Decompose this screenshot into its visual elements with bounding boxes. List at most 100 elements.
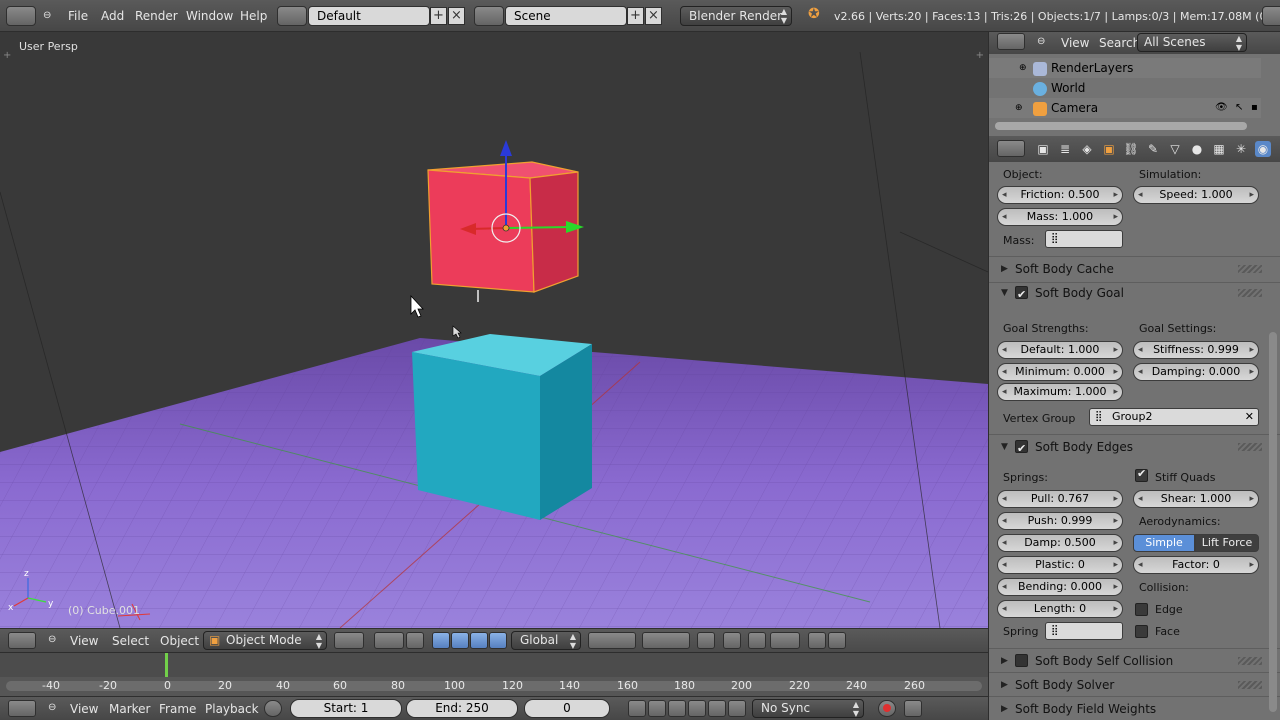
current-frame-field[interactable]: 0 — [524, 699, 610, 718]
material-icon[interactable]: ● — [1189, 141, 1205, 157]
outliner-row-renderlayers[interactable]: ⊕ RenderLayers — [989, 58, 1261, 78]
jump-start-icon[interactable] — [628, 700, 646, 717]
modifier-wrench-icon[interactable]: ✎ — [1145, 141, 1161, 157]
add-layout-icon[interactable]: + — [430, 7, 447, 25]
play-reverse-icon[interactable] — [668, 700, 686, 717]
scale-icon[interactable] — [470, 632, 488, 649]
edges-enable-checkbox[interactable] — [1015, 438, 1028, 460]
rotate-icon[interactable] — [451, 632, 469, 649]
soft-body-solver-header[interactable]: ▶ Soft Body Solver — [995, 674, 1267, 696]
scene-tab-icon[interactable]: ◈ — [1079, 141, 1095, 157]
collision-edge-checkbox[interactable] — [1135, 603, 1148, 616]
start-frame-field[interactable]: Start: 1 — [290, 699, 402, 718]
constraints-icon[interactable]: ⛓ — [1123, 141, 1139, 157]
aero-simple-button[interactable]: Simple — [1133, 534, 1195, 552]
soft-body-goal-header[interactable]: ▼ Soft Body Goal — [995, 282, 1267, 306]
render-engine-select[interactable]: Blender Render ▲ ▼ — [680, 6, 792, 26]
screen-layout-field[interactable]: Default — [308, 6, 430, 26]
damp-field[interactable]: Damp: 0.500 — [997, 534, 1123, 552]
render-icon[interactable] — [808, 632, 826, 649]
menu-window[interactable]: Window — [186, 8, 233, 24]
editor-type-icon[interactable] — [8, 700, 36, 717]
snap-element-icon[interactable] — [770, 632, 800, 649]
transform-icon[interactable] — [489, 632, 507, 649]
z-arrow-icon[interactable] — [500, 140, 512, 156]
collapse-icon[interactable]: ⊖ — [1037, 36, 1045, 47]
layers-grid-icon[interactable] — [588, 632, 636, 649]
render-camera-icon[interactable]: ▪ — [1251, 98, 1258, 118]
menu-frame[interactable]: Frame — [159, 702, 196, 716]
pull-field[interactable]: Pull: 0.767 — [997, 490, 1123, 508]
shading-icon[interactable] — [334, 632, 364, 649]
outliner-row-world[interactable]: World — [989, 78, 1261, 98]
plastic-field[interactable]: Plastic: 0 — [997, 556, 1123, 574]
texture-icon[interactable]: ▦ — [1211, 141, 1227, 157]
menu-object[interactable]: Object — [160, 634, 199, 648]
keying-icon[interactable] — [904, 700, 922, 717]
friction-field[interactable]: Friction: 0.500 — [997, 186, 1123, 204]
corner-plus-icon[interactable]: + — [3, 50, 11, 61]
add-scene-icon[interactable]: + — [627, 7, 644, 25]
editor-type-icon[interactable] — [1262, 6, 1280, 26]
render-layers-icon[interactable]: ≣ — [1057, 141, 1073, 157]
expand-icon[interactable]: ⊕ — [1015, 98, 1023, 118]
collapse-icon[interactable]: ⊖ — [48, 702, 56, 713]
aero-lift-force-button[interactable]: Lift Force — [1195, 534, 1259, 552]
stiff-quads-checkbox[interactable] — [1135, 467, 1148, 482]
soft-body-field-weights-header[interactable]: ▶ Soft Body Field Weights — [995, 698, 1267, 720]
spring-vertex-group-field[interactable]: ⣿ — [1045, 622, 1123, 640]
physics-icon[interactable]: ◉ — [1255, 141, 1271, 157]
bending-field[interactable]: Bending: 0.000 — [997, 578, 1123, 596]
translate-icon[interactable] — [432, 632, 450, 649]
collision-face-checkbox[interactable] — [1135, 625, 1148, 638]
editor-type-icon[interactable] — [997, 140, 1025, 157]
info-editor-icon[interactable] — [6, 6, 36, 26]
goal-default-field[interactable]: Default: 1.000 — [997, 341, 1123, 359]
menu-view[interactable]: View — [70, 634, 98, 648]
display-mode-select[interactable]: All Scenes ▲ ▼ — [1137, 33, 1247, 52]
soft-body-self-collision-header[interactable]: ▶ Soft Body Self Collision — [995, 650, 1267, 672]
goal-damping-field[interactable]: Damping: 0.000 — [1133, 363, 1259, 381]
editor-type-icon[interactable] — [997, 33, 1025, 50]
manipulator-toggle-icon[interactable] — [406, 632, 424, 649]
jump-keyframe-forward-icon[interactable] — [708, 700, 726, 717]
menu-marker[interactable]: Marker — [109, 702, 150, 716]
speed-field[interactable]: Speed: 1.000 — [1133, 186, 1259, 204]
mass-field[interactable]: Mass: 1.000 — [997, 208, 1123, 226]
soft-body-cache-header[interactable]: ▶ Soft Body Cache — [995, 258, 1267, 280]
menu-select[interactable]: Select — [112, 634, 149, 648]
mode-select[interactable]: ▣ Object Mode ▲ ▼ — [203, 631, 327, 650]
record-icon[interactable] — [878, 700, 896, 717]
goal-maximum-field[interactable]: Maximum: 1.000 — [997, 383, 1123, 401]
menu-search[interactable]: Search — [1099, 36, 1140, 50]
outliner[interactable]: ⊕ RenderLayers World ⊕ Camera 👁 ↖ ▪ — [988, 54, 1280, 136]
lock-layer-icon[interactable] — [697, 632, 715, 649]
remove-scene-icon[interactable]: × — [645, 7, 662, 25]
clear-x-icon[interactable]: ✕ — [1245, 409, 1254, 425]
mass-vertex-group-field[interactable]: ⣿ — [1045, 230, 1123, 248]
snap-icon[interactable] — [748, 632, 766, 649]
menu-playback[interactable]: Playback — [205, 702, 259, 716]
select-arrow-icon[interactable]: ↖ — [1235, 98, 1243, 118]
corner-plus-icon[interactable]: + — [976, 50, 984, 61]
self-collision-checkbox[interactable] — [1015, 654, 1028, 667]
menu-file[interactable]: File — [68, 8, 88, 24]
push-field[interactable]: Push: 0.999 — [997, 512, 1123, 530]
timeline-track[interactable] — [0, 653, 988, 677]
scene-field[interactable]: Scene — [505, 6, 627, 26]
timeline-scrollbar[interactable] — [6, 681, 982, 691]
editor-type-icon[interactable] — [8, 632, 36, 649]
outliner-row-camera[interactable]: ⊕ Camera 👁 ↖ ▪ — [989, 98, 1261, 118]
goal-enable-checkbox[interactable] — [1015, 284, 1028, 306]
eye-icon[interactable]: 👁 — [1215, 98, 1228, 118]
play-icon[interactable] — [688, 700, 706, 717]
scene-icon[interactable] — [474, 6, 504, 26]
goal-vertex-group-field[interactable]: ⣿ Group2 ✕ — [1089, 408, 1259, 426]
render-anim-icon[interactable] — [828, 632, 846, 649]
menu-help[interactable]: Help — [240, 8, 267, 24]
layers-grid-icon[interactable] — [642, 632, 690, 649]
menu-render[interactable]: Render — [135, 8, 178, 24]
current-frame-marker[interactable] — [165, 653, 168, 677]
menu-view[interactable]: View — [1061, 36, 1089, 50]
soft-body-edges-header[interactable]: ▼ Soft Body Edges — [995, 436, 1267, 460]
